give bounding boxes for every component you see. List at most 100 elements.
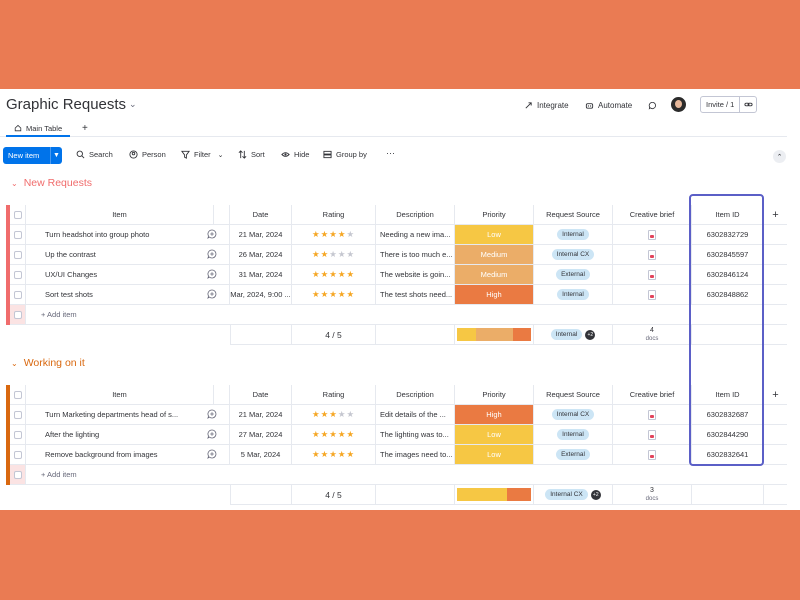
item-name[interactable]: Turn Marketing departments head of s... <box>45 410 178 419</box>
request-source-cell[interactable]: Internal CX <box>534 245 613 265</box>
row-checkbox[interactable] <box>13 250 22 259</box>
creative-brief-cell[interactable] <box>613 405 692 425</box>
priority-status[interactable]: Low <box>455 445 533 464</box>
column-header-rating[interactable]: Rating <box>292 205 376 225</box>
document-file-icon[interactable] <box>648 229 656 240</box>
column-header-date[interactable]: Date <box>230 205 292 225</box>
table-row[interactable]: Up the contrast 26 Mar, 2024 ★★★★★ There is… <box>6 245 787 265</box>
description-cell[interactable]: The images need to... <box>376 445 455 465</box>
request-source-chip[interactable]: Internal <box>557 289 589 300</box>
priority-status[interactable]: Low <box>455 425 533 444</box>
star-icon[interactable]: ★ <box>321 289 330 299</box>
description-cell[interactable]: There is too much e... <box>376 245 455 265</box>
group-title[interactable]: Working on it <box>24 357 85 369</box>
summary-priority[interactable] <box>455 325 534 345</box>
column-header-add[interactable]: + <box>764 385 787 405</box>
star-icon[interactable]: ★ <box>329 409 338 419</box>
rating-cell[interactable]: ★★★★★ <box>292 445 376 465</box>
creative-brief-cell[interactable] <box>613 225 692 245</box>
item-updates-cell[interactable] <box>194 425 230 445</box>
star-icon[interactable]: ★ <box>329 289 338 299</box>
star-icon[interactable]: ★ <box>321 409 330 419</box>
star-icon[interactable]: ★ <box>321 429 330 439</box>
avatar[interactable] <box>671 97 686 112</box>
item-name-cell[interactable]: Remove background from images <box>26 445 194 465</box>
star-icon[interactable]: ★ <box>312 249 321 259</box>
add-update-icon[interactable] <box>206 409 217 421</box>
column-header-add[interactable]: + <box>764 205 787 225</box>
row-checkbox[interactable] <box>13 230 22 239</box>
date-cell[interactable]: 26 Mar, 2024 <box>230 245 292 265</box>
priority-distribution-bar[interactable] <box>457 328 531 341</box>
row-checkbox[interactable] <box>13 290 22 299</box>
table-row[interactable]: Turn Marketing departments head of s... 2… <box>6 405 787 425</box>
item-updates-cell[interactable] <box>194 285 230 305</box>
priority-cell[interactable]: High <box>455 405 534 425</box>
column-header-item[interactable]: Item <box>26 205 214 225</box>
description-cell[interactable]: The lighting was to... <box>376 425 455 445</box>
creative-brief-cell[interactable] <box>613 425 692 445</box>
rating-stars[interactable]: ★★★★★ <box>312 449 355 460</box>
column-header-priority[interactable]: Priority <box>455 385 534 405</box>
document-file-icon[interactable] <box>648 409 656 420</box>
star-icon[interactable]: ★ <box>346 229 355 239</box>
star-icon[interactable]: ★ <box>346 289 355 299</box>
item-name-cell[interactable]: Turn headshot into group photo <box>26 225 194 245</box>
person-filter-button[interactable]: Person <box>129 150 166 159</box>
add-update-icon[interactable] <box>206 269 217 281</box>
item-updates-cell[interactable] <box>194 245 230 265</box>
item-name[interactable]: Remove background from images <box>45 450 158 459</box>
creative-brief-cell[interactable] <box>613 265 692 285</box>
row-checkbox[interactable] <box>13 410 22 419</box>
item-name[interactable]: Turn headshot into group photo <box>45 230 149 239</box>
more-options-button[interactable]: ··· <box>386 148 395 158</box>
star-icon[interactable]: ★ <box>346 429 355 439</box>
select-all-checkbox[interactable] <box>13 210 22 219</box>
column-header-creative-brief[interactable]: Creative brief <box>613 205 692 225</box>
chevron-down-icon[interactable]: ⌄ <box>129 99 137 110</box>
star-icon[interactable]: ★ <box>321 449 330 459</box>
invite-button[interactable]: Invite / 1 <box>700 96 757 113</box>
select-all-checkbox[interactable] <box>13 390 22 399</box>
row-checkbox[interactable] <box>13 430 22 439</box>
updates-button[interactable] <box>648 99 657 111</box>
document-file-icon[interactable] <box>648 449 656 460</box>
priority-status[interactable]: High <box>455 285 533 304</box>
priority-distribution-bar[interactable] <box>457 488 531 501</box>
description-cell[interactable]: The test shots need... <box>376 285 455 305</box>
item-updates-cell[interactable] <box>194 445 230 465</box>
column-header-description[interactable]: Description <box>376 385 455 405</box>
document-file-icon[interactable] <box>648 289 656 300</box>
star-icon[interactable]: ★ <box>346 449 355 459</box>
date-cell[interactable]: 21 Mar, 2024 <box>230 405 292 425</box>
date-cell[interactable]: 5 Mar, 2024 <box>230 445 292 465</box>
rating-stars[interactable]: ★★★★★ <box>312 429 355 440</box>
star-icon[interactable]: ★ <box>312 289 321 299</box>
priority-cell[interactable]: Low <box>455 225 534 245</box>
description-cell[interactable]: Needing a new ima... <box>376 225 455 245</box>
date-cell[interactable]: Mar, 2024, 9:00 ... <box>230 285 292 305</box>
star-icon[interactable]: ★ <box>329 269 338 279</box>
add-item-button[interactable]: + Add item <box>26 465 787 485</box>
row-checkbox[interactable] <box>13 450 22 459</box>
column-header-request-source[interactable]: Request Source <box>534 205 613 225</box>
rating-stars[interactable]: ★★★★★ <box>312 249 355 260</box>
more-sources-badge[interactable]: +2 <box>590 489 601 500</box>
date-cell[interactable]: 21 Mar, 2024 <box>230 225 292 245</box>
star-icon[interactable]: ★ <box>312 429 321 439</box>
item-updates-cell[interactable] <box>194 225 230 245</box>
priority-status[interactable]: Low <box>455 225 533 244</box>
star-icon[interactable]: ★ <box>329 229 338 239</box>
star-icon[interactable]: ★ <box>312 409 321 419</box>
description-cell[interactable]: The website is goin... <box>376 265 455 285</box>
table-row[interactable]: After the lighting 27 Mar, 2024 ★★★★★ The l… <box>6 425 787 445</box>
add-update-icon[interactable] <box>206 229 217 241</box>
automate-button[interactable]: Automate <box>585 99 632 111</box>
link-icon[interactable] <box>740 100 756 109</box>
new-item-button[interactable]: New item ▼ <box>3 147 62 164</box>
integrate-button[interactable]: Integrate <box>524 99 569 111</box>
add-update-icon[interactable] <box>206 449 217 461</box>
creative-brief-cell[interactable] <box>613 285 692 305</box>
filter-button[interactable]: Filter ⌄ <box>181 150 224 159</box>
board-title[interactable]: Graphic Requests <box>6 96 126 113</box>
